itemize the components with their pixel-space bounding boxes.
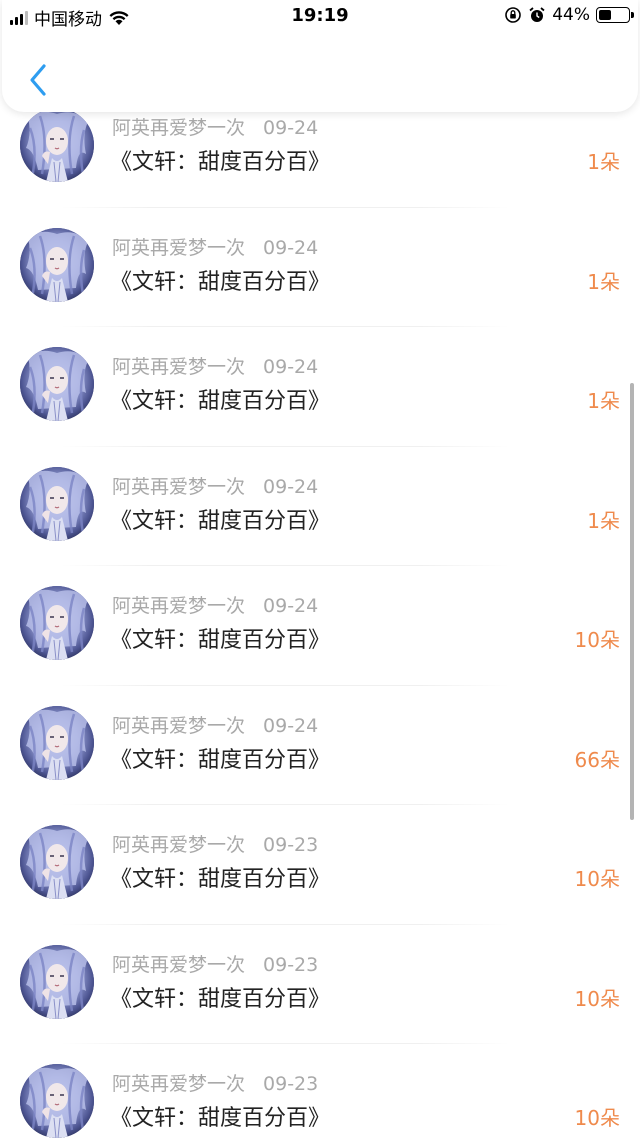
record-date: 09-24 bbox=[263, 117, 319, 139]
book-title[interactable]: 《文轩：甜度百分百》 bbox=[110, 264, 330, 296]
avatar-image bbox=[20, 705, 94, 780]
gift-amount: 1朵 bbox=[587, 150, 620, 174]
gift-amount: 66朵 bbox=[574, 747, 620, 772]
user-name[interactable]: 阿英再爱梦一次 bbox=[112, 595, 245, 617]
gift-amount: 1朵 bbox=[587, 389, 620, 413]
avatar[interactable] bbox=[20, 227, 94, 302]
screen: 中国移动 19:19 44% 阿英再爱梦一次 09-24 《文轩：甜度百分百》 … bbox=[0, 0, 640, 1139]
record-date: 09-24 bbox=[263, 356, 319, 378]
list-item[interactable]: 阿英再爱梦一次 09-24 《文轩：甜度百分百》 1朵 bbox=[0, 447, 640, 566]
avatar[interactable] bbox=[20, 466, 94, 541]
status-right: 44% bbox=[504, 5, 634, 25]
gift-amount: 10朵 bbox=[574, 1106, 620, 1130]
alarm-icon bbox=[529, 7, 545, 22]
list-item[interactable]: 阿英再爱梦一次 09-24 《文轩：甜度百分百》 66朵 bbox=[0, 686, 640, 805]
list-item[interactable]: 阿英再爱梦一次 09-24 《文轩：甜度百分百》 1朵 bbox=[0, 208, 640, 327]
avatar-image bbox=[20, 347, 94, 421]
avatar-image bbox=[20, 944, 94, 1019]
book-title[interactable]: 《文轩：甜度百分百》 bbox=[110, 981, 330, 1013]
meta-line: 阿英再爱梦一次 09-23 bbox=[112, 950, 318, 977]
avatar[interactable] bbox=[20, 944, 94, 1019]
user-name[interactable]: 阿英再爱梦一次 bbox=[112, 954, 245, 976]
list-item[interactable]: 阿英再爱梦一次 09-24 《文轩：甜度百分百》 10朵 bbox=[0, 566, 640, 686]
meta-line: 阿英再爱梦一次 09-24 bbox=[112, 591, 318, 618]
battery-percent: 44% bbox=[552, 5, 590, 25]
meta-line: 阿英再爱梦一次 09-24 bbox=[112, 233, 318, 260]
user-name[interactable]: 阿英再爱梦一次 bbox=[112, 715, 245, 737]
list-item[interactable]: 阿英再爱梦一次 09-23 《文轩：甜度百分百》 10朵 bbox=[0, 805, 640, 925]
orientation-lock-icon bbox=[505, 7, 522, 23]
gift-amount: 10朵 bbox=[574, 867, 620, 891]
avatar-image bbox=[20, 108, 94, 182]
record-date: 09-23 bbox=[263, 953, 319, 976]
avatar-image bbox=[20, 586, 94, 660]
record-date: 09-24 bbox=[263, 475, 319, 498]
book-title[interactable]: 《文轩：甜度百分百》 bbox=[110, 144, 330, 176]
gift-amount: 1朵 bbox=[587, 269, 620, 294]
avatar-image bbox=[20, 1064, 94, 1138]
avatar-image bbox=[20, 825, 94, 899]
status-bar: 中国移动 19:19 44% bbox=[0, 0, 640, 34]
back-button[interactable] bbox=[20, 58, 56, 102]
book-title[interactable]: 《文轩：甜度百分百》 bbox=[110, 742, 330, 774]
gift-amount: 10朵 bbox=[574, 986, 620, 1011]
user-name[interactable]: 阿英再爱梦一次 bbox=[112, 356, 245, 378]
book-title[interactable]: 《文轩：甜度百分百》 bbox=[110, 861, 330, 893]
meta-line: 阿英再爱梦一次 09-24 bbox=[112, 113, 318, 140]
meta-line: 阿英再爱梦一次 09-24 bbox=[112, 472, 318, 499]
meta-line: 阿英再爱梦一次 09-24 bbox=[112, 711, 318, 738]
book-title[interactable]: 《文轩：甜度百分百》 bbox=[110, 1100, 330, 1132]
avatar[interactable] bbox=[20, 108, 94, 182]
gift-amount: 10朵 bbox=[574, 628, 620, 652]
avatar[interactable] bbox=[20, 347, 94, 421]
user-name[interactable]: 阿英再爱梦一次 bbox=[112, 117, 245, 139]
avatar[interactable] bbox=[20, 705, 94, 780]
user-name[interactable]: 阿英再爱梦一次 bbox=[112, 1073, 245, 1095]
avatar[interactable] bbox=[20, 1064, 94, 1138]
record-date: 09-24 bbox=[263, 236, 319, 259]
list-item[interactable]: 阿英再爱梦一次 09-24 《文轩：甜度百分百》 1朵 bbox=[0, 327, 640, 447]
record-date: 09-24 bbox=[263, 714, 319, 737]
user-name[interactable]: 阿英再爱梦一次 bbox=[112, 476, 245, 498]
avatar-image bbox=[20, 466, 94, 541]
avatar[interactable] bbox=[20, 825, 94, 899]
gift-record-list: 阿英再爱梦一次 09-24 《文轩：甜度百分百》 1朵 阿英再爱梦一次 09-2… bbox=[0, 88, 640, 1139]
book-title[interactable]: 《文轩：甜度百分百》 bbox=[110, 383, 330, 415]
meta-line: 阿英再爱梦一次 09-23 bbox=[112, 1069, 318, 1096]
list-item[interactable]: 阿英再爱梦一次 09-23 《文轩：甜度百分百》 10朵 bbox=[0, 925, 640, 1044]
list-item[interactable]: 阿英再爱梦一次 09-23 《文轩：甜度百分百》 10朵 bbox=[0, 1044, 640, 1139]
meta-line: 阿英再爱梦一次 09-23 bbox=[112, 830, 318, 857]
battery-icon bbox=[596, 7, 634, 23]
gift-amount: 1朵 bbox=[587, 508, 620, 533]
book-title[interactable]: 《文轩：甜度百分百》 bbox=[110, 503, 330, 535]
user-name[interactable]: 阿英再爱梦一次 bbox=[112, 834, 245, 856]
battery-level bbox=[599, 10, 611, 20]
scrollbar[interactable] bbox=[630, 383, 634, 820]
avatar[interactable] bbox=[20, 586, 94, 660]
book-title[interactable]: 《文轩：甜度百分百》 bbox=[110, 622, 330, 654]
record-date: 09-24 bbox=[263, 595, 319, 617]
avatar-image bbox=[20, 227, 94, 302]
record-date: 09-23 bbox=[263, 834, 319, 856]
chevron-left-icon bbox=[30, 64, 46, 96]
meta-line: 阿英再爱梦一次 09-24 bbox=[112, 352, 318, 379]
user-name[interactable]: 阿英再爱梦一次 bbox=[112, 237, 245, 259]
record-date: 09-23 bbox=[263, 1073, 319, 1095]
